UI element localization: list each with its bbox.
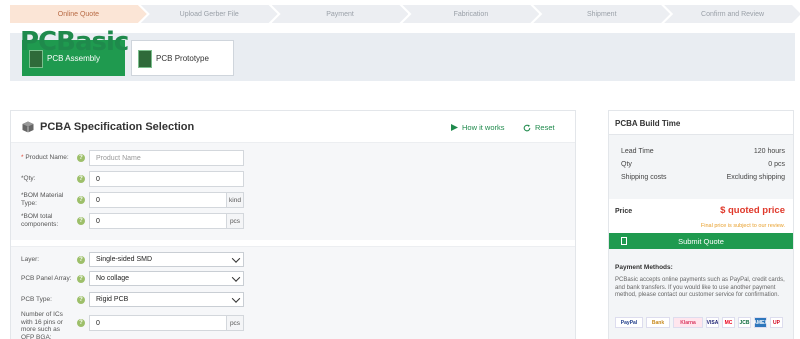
tab-pcb-prototype[interactable]: PCB Prototype: [131, 40, 234, 76]
help-icon[interactable]: ?: [77, 296, 85, 304]
shipping-label: Shipping costs: [621, 174, 667, 181]
ics-unit: pcs: [227, 315, 244, 331]
qty-input[interactable]: 0: [89, 171, 244, 187]
how-it-works-link[interactable]: How it works: [451, 123, 505, 132]
calculator-icon: [621, 237, 627, 245]
visa-logo: VISA: [706, 317, 719, 328]
amex-logo: AMEX: [753, 317, 768, 328]
ics-input[interactable]: 0: [89, 315, 227, 331]
chevron-down-icon: [231, 294, 241, 303]
shipping-value: Excluding shipping: [726, 174, 785, 181]
help-icon[interactable]: ?: [77, 319, 85, 327]
bank-transfer-logo: Bank: [646, 317, 670, 328]
payment-methods-title: Payment Methods:: [615, 264, 673, 271]
qty-summary-label: Qty: [621, 161, 632, 168]
unionpay-logo: UP: [770, 317, 783, 328]
mastercard-logo: MC: [722, 317, 735, 328]
help-icon[interactable]: ?: [77, 154, 85, 162]
bom-type-input[interactable]: 0: [89, 192, 227, 208]
bom-type-label: *BOM Material Type:: [21, 192, 64, 207]
layer-value: Single-sided SMD: [96, 256, 153, 263]
qty-summary-value: 0 pcs: [768, 161, 785, 168]
lead-time-value: 120 hours: [753, 148, 785, 155]
submit-quote-button[interactable]: Submit Quote: [609, 233, 793, 249]
chevron-down-icon: [231, 254, 241, 263]
paypal-logo: PayPal: [615, 317, 643, 328]
qty-label: *Qty:: [21, 175, 36, 182]
progress-steps: Online Quote Upload Gerber File Payment …: [10, 5, 795, 23]
brand-logo: PCBasic: [20, 27, 129, 57]
help-icon[interactable]: ?: [77, 256, 85, 264]
payment-methods-text: PCBasic accepts online payments such as …: [615, 277, 785, 298]
tab-label: PCB Prototype: [156, 53, 209, 63]
play-icon: [451, 124, 458, 131]
product-name-input[interactable]: Product Name: [89, 150, 244, 166]
panel-array-select[interactable]: No collage: [89, 271, 244, 286]
help-icon[interactable]: ?: [77, 275, 85, 283]
bom-total-label: *BOM total components:: [21, 213, 59, 228]
panel-array-value: No collage: [96, 275, 130, 282]
reset-button[interactable]: Reset: [523, 123, 555, 132]
build-time-panel: PCBA Build Time Lead Time 120 hours Qty …: [608, 110, 794, 339]
layer-select[interactable]: Single-sided SMD: [89, 252, 244, 267]
how-it-works-label: How it works: [462, 123, 505, 132]
jcb-logo: JCB: [738, 317, 751, 328]
panel-array-label: PCB Panel Array:: [21, 275, 72, 282]
qty-summary-row: Qty 0 pcs: [621, 161, 785, 168]
pcb-type-select[interactable]: Rigid PCB: [89, 292, 244, 307]
layer-label: Layer:: [21, 256, 40, 263]
pcb-type-value: Rigid PCB: [96, 296, 129, 303]
build-time-title: PCBA Build Time: [609, 111, 793, 135]
chevron-down-icon: [231, 273, 241, 282]
price-note: Final price is subject to our review.: [700, 223, 785, 229]
step-shipment[interactable]: Shipment: [533, 5, 670, 23]
step-upload-gerber[interactable]: Upload Gerber File: [141, 5, 278, 23]
step-fabrication[interactable]: Fabrication: [402, 5, 539, 23]
price-label: Price: [615, 208, 633, 215]
product-name-label: * Product Name:: [21, 154, 69, 161]
lead-time-label: Lead Time: [621, 148, 654, 155]
help-icon[interactable]: ?: [77, 175, 85, 183]
submit-quote-label: Submit Quote: [678, 236, 724, 246]
help-icon[interactable]: ?: [77, 196, 85, 204]
step-payment[interactable]: Payment: [272, 5, 409, 23]
lead-time-row: Lead Time 120 hours: [621, 148, 785, 155]
cube-icon: [22, 121, 34, 132]
pcb-board-icon: [138, 50, 152, 68]
reset-label: Reset: [535, 123, 555, 132]
klarna-logo: Klarna: [673, 317, 703, 328]
refresh-icon: [523, 124, 531, 131]
bom-total-input[interactable]: 0: [89, 213, 227, 229]
step-online-quote[interactable]: Online Quote: [10, 5, 147, 23]
basic-info-section: * Product Name: ? Product Name *Qty: ? 0…: [11, 142, 575, 240]
price-value: $ quoted price: [720, 205, 785, 216]
step-confirm-review[interactable]: Confirm and Review: [664, 5, 800, 23]
pcb-options-section: Layer: ? Single-sided SMD PCB Panel Arra…: [11, 246, 575, 339]
payment-logos: PayPal Bank Klarna VISA MC JCB AMEX UP: [615, 317, 783, 328]
spec-panel: PCBA Specification Selection How it work…: [10, 110, 576, 339]
bom-total-unit: pcs: [227, 213, 244, 229]
price-row: Price $ quoted price Final price is subj…: [609, 199, 793, 237]
help-icon[interactable]: ?: [77, 217, 85, 225]
shipping-row: Shipping costs Excluding shipping: [621, 174, 785, 181]
pcb-type-label: PCB Type:: [21, 296, 52, 303]
bom-type-unit: kind: [227, 192, 244, 208]
spec-title: PCBA Specification Selection: [40, 120, 195, 133]
ics-label: Number of ICs with 16 pins or more such …: [21, 311, 63, 339]
